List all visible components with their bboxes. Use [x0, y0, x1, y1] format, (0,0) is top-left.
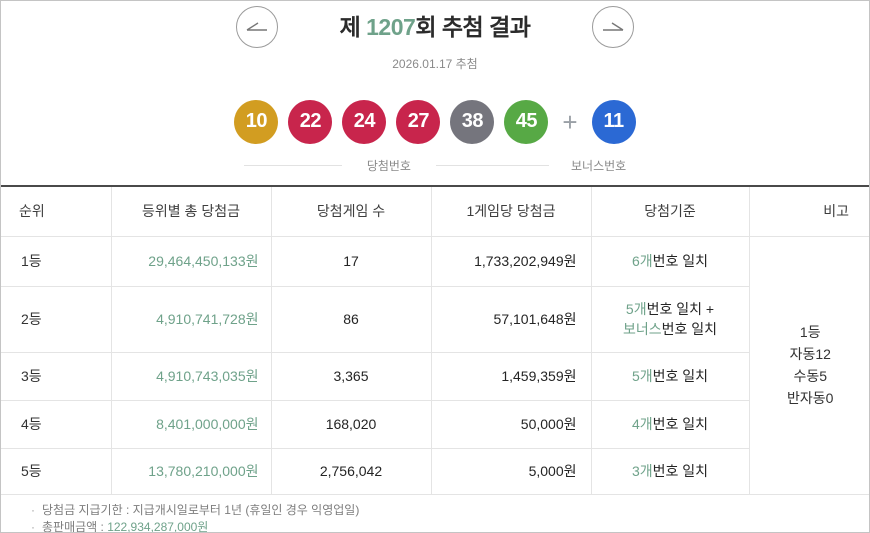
criteria-line: 5개번호 일치: [631, 368, 709, 384]
lotto-balls-row: 10 22 24 27 38 45 + 11: [1, 99, 869, 144]
rank-cell: 3등: [1, 352, 112, 401]
rank-cell: 5등: [1, 448, 112, 495]
page-title: 제 1207회 추첨 결과: [1, 13, 869, 41]
prize-row-5: 5등 13,780,210,000원 2,756,042 5,000원 3개번호 일치: [1, 448, 869, 495]
bonus-number-group: 11: [591, 99, 636, 144]
lotto-draw-result-page: 제 1207회 추첨 결과 2026.01.17 추첨 10 22 24 27 38 45…: [0, 0, 870, 533]
round-number: 1207: [366, 14, 416, 40]
header-prize-per-game: 1게임당 당첨금: [431, 186, 592, 237]
total-sales-amount: 122,934,287,000원: [107, 519, 209, 533]
header-criteria: 당첨기준: [591, 186, 750, 237]
header-total-prize: 등위별 총 당첨금: [111, 186, 272, 237]
winning-games-cell: 17: [271, 236, 432, 287]
criteria-line: 6개번호 일치: [631, 253, 709, 269]
lotto-ball-24: 24: [342, 99, 387, 144]
lotto-ball-38: 38: [450, 99, 495, 144]
rank-cell: 2등: [1, 286, 112, 353]
header-rank: 순위: [1, 186, 112, 237]
prize-per-game-cell: 1,733,202,949원: [431, 236, 592, 287]
prize-row-3: 3등 4,910,743,035원 3,365 1,459,359원 5개번호 일치: [1, 352, 869, 401]
draw-date: 2026.01.17 추첨: [392, 57, 478, 71]
header-winning-games: 당첨게임 수: [271, 186, 432, 237]
criteria-cell: 3개번호 일치: [591, 448, 750, 495]
prize-table: 순위 등위별 총 당첨금 당첨게임 수 1게임당 당첨금 당첨기준 비고 1등 2…: [1, 185, 869, 495]
prize-row-2: 2등 4,910,741,728원 86 57,101,648원 5개번호 일치 + 보너…: [1, 286, 869, 353]
arrow-left-icon: [242, 12, 272, 42]
remarks-line: 자동12: [789, 346, 831, 362]
winning-games-cell: 3,365: [271, 352, 432, 401]
prize-row-1: 1등 29,464,450,133원 17 1,733,202,949원 6개번호 일치…: [1, 236, 869, 495]
bullet: ·: [31, 502, 35, 517]
criteria-line: 5개번호 일치 +: [625, 301, 715, 317]
payment-deadline-note: · 당첨금 지급기한 : 지급개시일로부터 1년 (휴일인 경우 익영업일): [31, 502, 869, 519]
criteria-cell: 5개번호 일치 + 보너스번호 일치: [591, 286, 750, 353]
lotto-ball-22: 22: [288, 99, 333, 144]
arrow-right-icon: [598, 12, 628, 42]
criteria-cell: 4개번호 일치: [591, 400, 750, 449]
winning-games-cell: 86: [271, 286, 432, 353]
total-prize-cell: 29,464,450,133원: [111, 236, 272, 287]
note-text: 당첨금 지급기한 : 지급개시일로부터 1년 (휴일인 경우 익영업일): [42, 502, 360, 517]
remarks-line: 수동5: [793, 368, 828, 384]
lotto-ball-10: 10: [234, 99, 279, 144]
total-prize-cell: 4,910,743,035원: [111, 352, 272, 401]
winning-games-cell: 168,020: [271, 400, 432, 449]
lotto-ball-27: 27: [396, 99, 441, 144]
total-sales-note: · 총판매금액 : 122,934,287,000원: [31, 519, 869, 533]
prize-per-game-cell: 57,101,648원: [431, 286, 592, 353]
prize-row-4: 4등 8,401,000,000원 168,020 50,000원 4개번호 일치: [1, 400, 869, 449]
result-header: 제 1207회 추첨 결과 2026.01.17 추첨: [1, 1, 869, 71]
lotto-ball-45: 45: [504, 99, 549, 144]
winning-numbers-group: 10 22 24 27 38 45: [234, 99, 549, 144]
remarks-line: 1등: [799, 324, 821, 340]
rank-cell: 1등: [1, 236, 112, 287]
criteria-line: 보너스번호 일치: [622, 321, 718, 337]
winning-numbers-label: 당첨번호: [366, 158, 411, 173]
criteria-line: 3개번호 일치: [631, 463, 709, 479]
title-prefix: 제: [339, 14, 367, 40]
next-round-button[interactable]: [592, 6, 634, 48]
criteria-cell: 6개번호 일치: [591, 236, 750, 287]
previous-round-button[interactable]: [236, 6, 278, 48]
note-text: 총판매금액 :: [42, 519, 108, 533]
divider-line: [243, 164, 342, 166]
ball-labels-row: 당첨번호 보너스번호: [1, 158, 869, 173]
total-prize-cell: 4,910,741,728원: [111, 286, 272, 353]
divider-line: [435, 164, 549, 166]
header-remarks: 비고: [749, 186, 869, 237]
bullet: ·: [31, 519, 35, 533]
total-prize-cell: 13,780,210,000원: [111, 448, 272, 495]
prize-table-body: 1등 29,464,450,133원 17 1,733,202,949원 6개번호 일치…: [1, 236, 869, 495]
prize-per-game-cell: 5,000원: [431, 448, 592, 495]
criteria-line: 4개번호 일치: [631, 416, 709, 432]
prize-per-game-cell: 1,459,359원: [431, 352, 592, 401]
remarks-cell: 1등자동12 수동5 반자동0: [749, 236, 869, 495]
remarks-line: 반자동0: [787, 390, 834, 406]
bonus-number-label: 보너스번호: [570, 158, 627, 173]
total-prize-cell: 8,401,000,000원: [111, 400, 272, 449]
footer-notes: · 당첨금 지급기한 : 지급개시일로부터 1년 (휴일인 경우 익영업일) · 총…: [1, 495, 869, 533]
plus-sign: +: [562, 106, 578, 137]
prize-table-header: 순위 등위별 총 당첨금 당첨게임 수 1게임당 당첨금 당첨기준 비고: [1, 186, 869, 237]
prize-per-game-cell: 50,000원: [431, 400, 592, 449]
rank-cell: 4등: [1, 400, 112, 449]
bonus-ball-11: 11: [591, 99, 636, 144]
winning-games-cell: 2,756,042: [271, 448, 432, 495]
criteria-cell: 5개번호 일치: [591, 352, 750, 401]
title-suffix: 회 추첨 결과: [415, 14, 531, 40]
